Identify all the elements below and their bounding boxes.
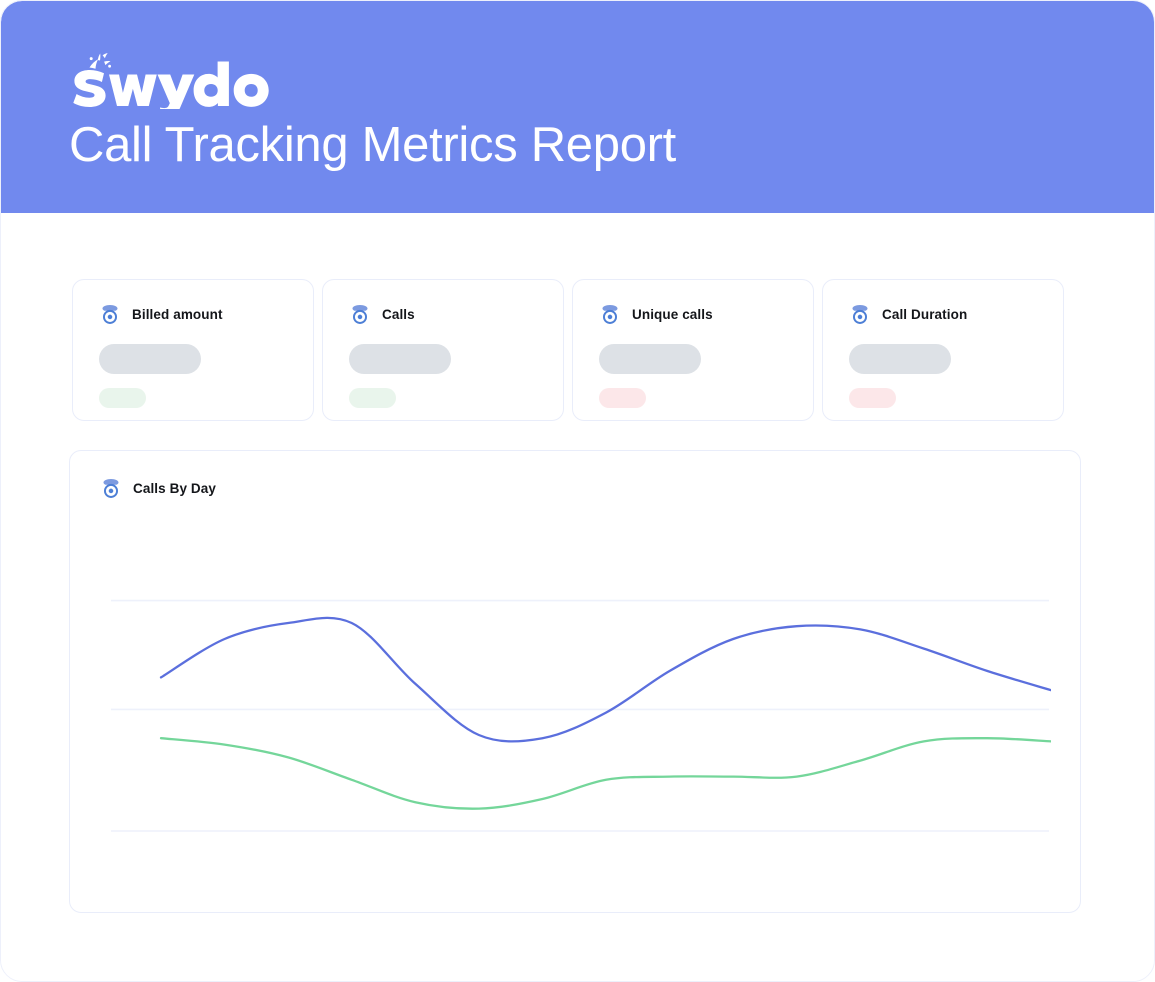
kpi-card-row: Billed amount Calls Unique calls Call Du… bbox=[72, 279, 1082, 421]
telephone-icon bbox=[849, 303, 871, 325]
kpi-card-unique-calls[interactable]: Unique calls bbox=[572, 279, 814, 421]
kpi-label: Billed amount bbox=[132, 306, 223, 322]
chart-card-calls-by-day[interactable]: Calls By Day bbox=[69, 450, 1081, 913]
kpi-value-placeholder bbox=[349, 344, 451, 374]
calls-by-day-line-chart bbox=[91, 535, 1051, 875]
telephone-icon bbox=[99, 303, 121, 325]
chart-header: Calls By Day bbox=[100, 477, 216, 499]
kpi-delta-placeholder bbox=[599, 388, 646, 408]
kpi-delta-placeholder bbox=[99, 388, 146, 408]
chart-gridlines bbox=[111, 599, 1049, 832]
kpi-label: Calls bbox=[382, 306, 415, 322]
chart-line-unique-calls bbox=[159, 737, 1051, 810]
kpi-card-call-duration[interactable]: Call Duration bbox=[822, 279, 1064, 421]
kpi-card-calls[interactable]: Calls bbox=[322, 279, 564, 421]
kpi-value-placeholder bbox=[599, 344, 701, 374]
kpi-header: Billed amount bbox=[99, 303, 223, 325]
kpi-delta-placeholder bbox=[849, 388, 896, 408]
chart-line-calls bbox=[159, 616, 1051, 743]
chart-series-group bbox=[159, 616, 1051, 810]
kpi-header: Call Duration bbox=[849, 303, 967, 325]
kpi-value-placeholder bbox=[849, 344, 951, 374]
kpi-delta-placeholder bbox=[349, 388, 396, 408]
swydo-logo bbox=[71, 53, 271, 109]
kpi-card-billed-amount[interactable]: Billed amount bbox=[72, 279, 314, 421]
kpi-value-placeholder bbox=[99, 344, 201, 374]
report-header: Call Tracking Metrics Report bbox=[1, 1, 1154, 213]
page-title: Call Tracking Metrics Report bbox=[69, 118, 676, 172]
telephone-icon bbox=[599, 303, 621, 325]
report-body: Billed amount Calls Unique calls Call Du… bbox=[1, 213, 1154, 981]
report-page: Call Tracking Metrics Report Billed amou… bbox=[0, 0, 1155, 982]
kpi-header: Unique calls bbox=[599, 303, 713, 325]
kpi-header: Calls bbox=[349, 303, 415, 325]
kpi-label: Unique calls bbox=[632, 306, 713, 322]
telephone-icon bbox=[100, 477, 122, 499]
telephone-icon bbox=[349, 303, 371, 325]
chart-title: Calls By Day bbox=[133, 480, 216, 496]
kpi-label: Call Duration bbox=[882, 306, 968, 322]
